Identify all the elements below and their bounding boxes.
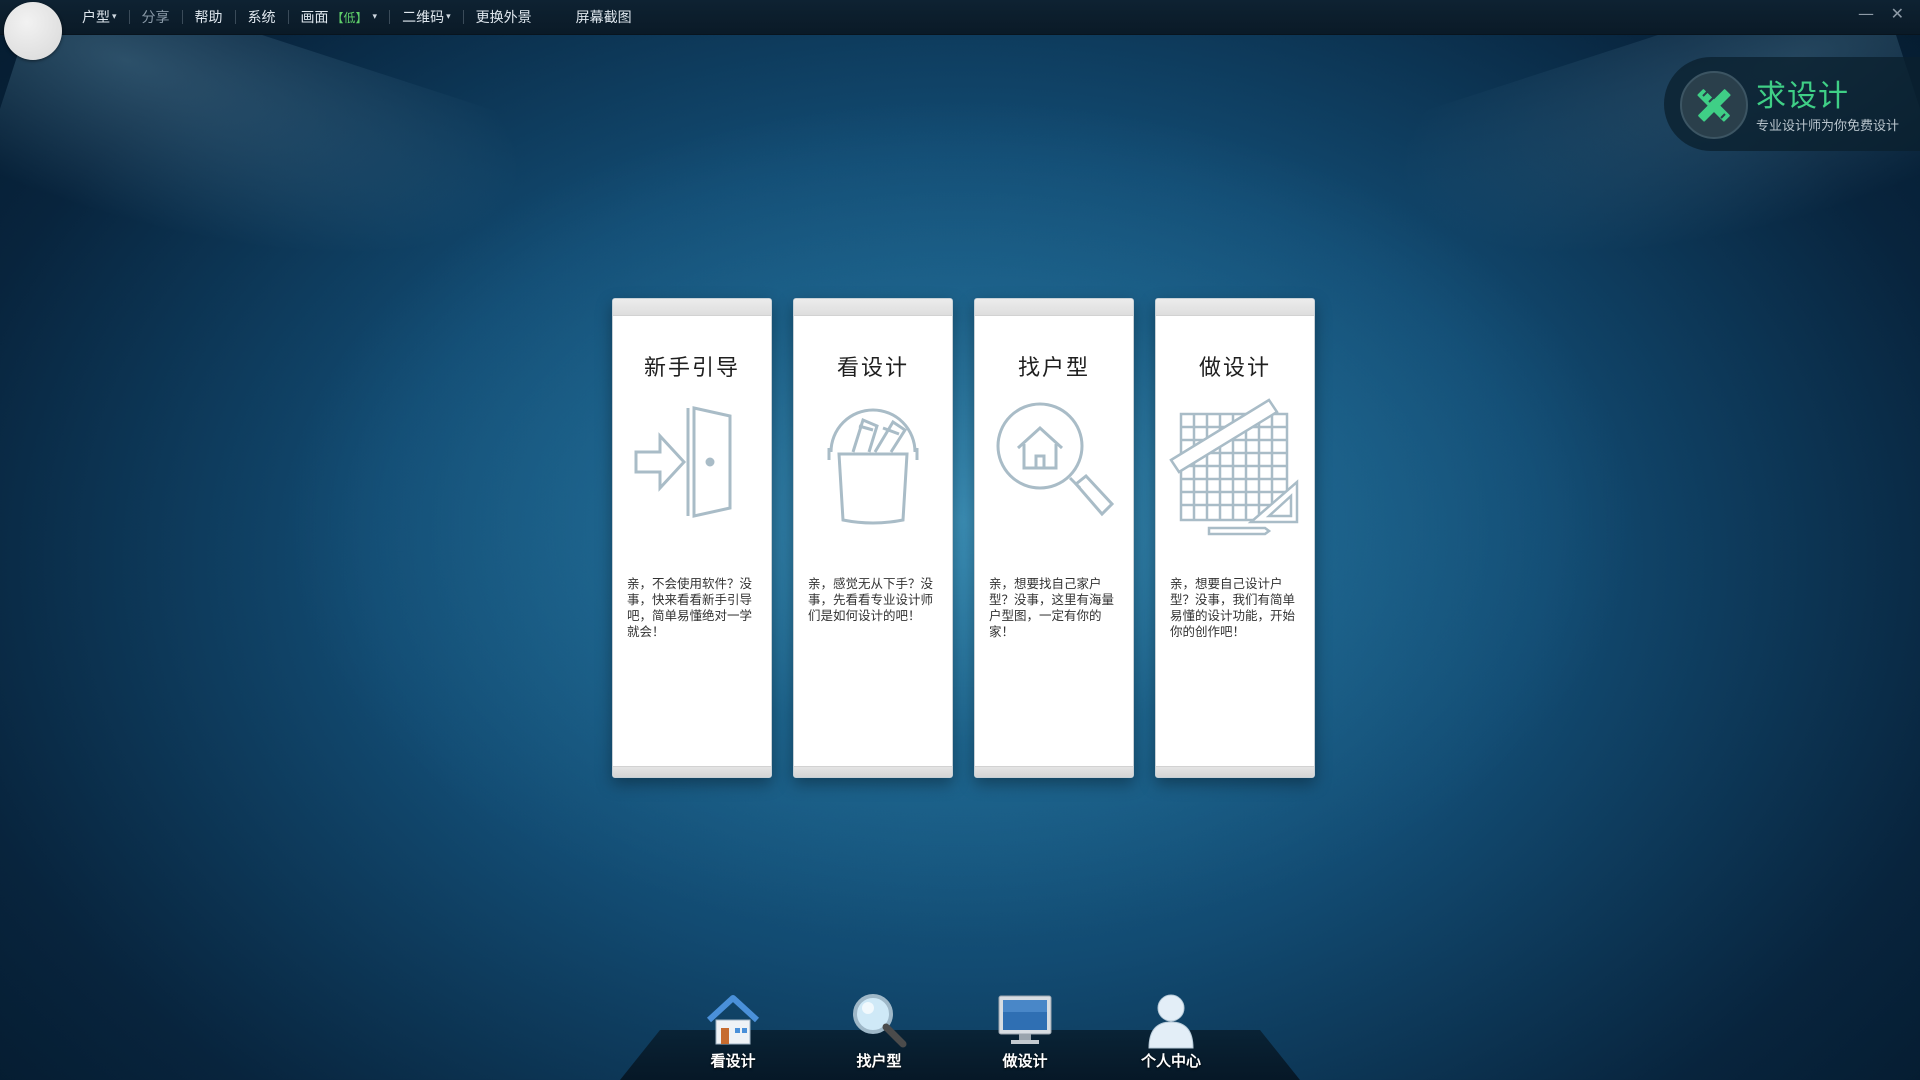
main-menu: 户型 ▾ 分享 帮助 系统 画面 【低】 ▾ 二维码 ▾ 更换外景 屏幕截图 bbox=[70, 0, 644, 34]
card-bottom-cap bbox=[613, 766, 771, 777]
card-description: 亲，感觉无从下手？没事，先看看专业设计师们是如何设计的吧！ bbox=[808, 576, 934, 623]
card-top-cap bbox=[794, 299, 952, 316]
request-design-title: 求设计 bbox=[1756, 79, 1849, 114]
card-title: 做设计 bbox=[1198, 356, 1271, 381]
feature-cards: 新手引导 亲，不会使用软件？没事，快来看看新手引导吧，简单易懂绝对一学就会！ 看… bbox=[612, 298, 1315, 778]
card-bottom-cap bbox=[794, 766, 952, 777]
card-bottom-cap bbox=[975, 766, 1133, 777]
quality-badge: 【低】 bbox=[331, 10, 368, 25]
paint-bucket-icon bbox=[827, 408, 919, 525]
card-description: 亲，想要找自己家户型？没事，这里有海量户型图，一定有你的家！ bbox=[989, 576, 1115, 639]
menu-system-label: 系统 bbox=[247, 10, 276, 26]
dock-label: 看设计 bbox=[710, 1052, 756, 1070]
menu-qrcode-label: 二维码 bbox=[402, 10, 445, 26]
avatar[interactable] bbox=[4, 2, 62, 60]
card-view-design[interactable]: 看设计 亲，感觉无从下手？没事，先看看专业设计师们是如何设计的吧！ bbox=[793, 298, 953, 778]
top-menu-bar: 户型 ▾ 分享 帮助 系统 画面 【低】 ▾ 二维码 ▾ 更换外景 屏幕截图 —… bbox=[0, 0, 1920, 35]
background-light-right bbox=[1378, 0, 1920, 335]
pencil-ruler-icon bbox=[1680, 71, 1748, 139]
house-search-icon bbox=[996, 402, 1115, 517]
menu-screenshot-label: 屏幕截图 bbox=[575, 10, 632, 26]
menu-display-label: 画面 bbox=[300, 10, 329, 26]
menu-change-scenery-label: 更换外景 bbox=[475, 10, 532, 26]
request-design-panel[interactable]: 求设计 专业设计师为你免费设计 bbox=[1664, 57, 1920, 151]
dock-label: 做设计 bbox=[1002, 1052, 1048, 1070]
menu-share[interactable]: 分享 bbox=[130, 7, 182, 27]
card-beginner-guide[interactable]: 新手引导 亲，不会使用软件？没事，快来看看新手引导吧，简单易懂绝对一学就会！ bbox=[612, 298, 772, 778]
card-title: 找户型 bbox=[1017, 356, 1090, 381]
caret-down-icon: ▾ bbox=[372, 12, 378, 22]
dock-find-floorplan[interactable]: 找户型 bbox=[834, 990, 924, 1071]
dock-view-design[interactable]: 看设计 bbox=[688, 990, 778, 1071]
monitor-icon bbox=[998, 995, 1052, 1044]
menu-huxing-label: 户型 bbox=[82, 10, 110, 26]
menu-huxing[interactable]: 户型 ▾ bbox=[70, 7, 129, 27]
caret-down-icon: ▾ bbox=[112, 12, 117, 22]
card-title: 看设计 bbox=[836, 356, 909, 381]
card-top-cap bbox=[975, 299, 1133, 316]
dock-label: 个人中心 bbox=[1140, 1052, 1201, 1070]
grid-ruler-icon bbox=[1169, 398, 1299, 536]
request-design-subtitle: 专业设计师为你免费设计 bbox=[1756, 119, 1900, 134]
card-bottom-cap bbox=[1156, 766, 1314, 777]
magnifier-icon bbox=[853, 994, 907, 1048]
minimize-button[interactable]: — bbox=[1858, 4, 1874, 23]
dock-label: 找户型 bbox=[856, 1052, 902, 1070]
menu-help[interactable]: 帮助 bbox=[183, 7, 235, 27]
card-find-floorplan[interactable]: 找户型 亲，想要找自己家户型？没事，这里有海量户型图，一定有你的家！ bbox=[974, 298, 1134, 778]
dock-do-design[interactable]: 做设计 bbox=[980, 990, 1070, 1071]
menu-help-label: 帮助 bbox=[194, 10, 223, 26]
user-icon bbox=[1148, 994, 1194, 1049]
menu-change-scenery[interactable]: 更换外景 bbox=[464, 7, 544, 27]
menu-screenshot[interactable]: 屏幕截图 bbox=[564, 7, 644, 27]
background-light-left bbox=[0, 0, 542, 335]
card-do-design[interactable]: 做设计 亲，想要自己设计户型？没事，我们有简单易懂的设计功能，开始你的创作吧！ bbox=[1155, 298, 1315, 778]
close-button[interactable]: ✕ bbox=[1891, 4, 1904, 23]
home-icon bbox=[706, 995, 760, 1045]
caret-down-icon: ▾ bbox=[446, 12, 451, 22]
menu-share-label: 分享 bbox=[141, 10, 170, 26]
dock-user-center[interactable]: 个人中心 bbox=[1126, 990, 1216, 1071]
menu-qrcode[interactable]: 二维码 ▾ bbox=[390, 7, 463, 27]
card-description: 亲，想要自己设计户型？没事，我们有简单易懂的设计功能，开始你的创作吧！ bbox=[1170, 576, 1296, 639]
card-top-cap bbox=[1156, 299, 1314, 316]
door-enter-icon bbox=[634, 406, 732, 518]
menu-system[interactable]: 系统 bbox=[236, 7, 288, 27]
menu-display-quality[interactable]: 画面 【低】 ▾ bbox=[289, 7, 390, 27]
card-top-cap bbox=[613, 299, 771, 316]
card-title: 新手引导 bbox=[643, 356, 740, 381]
card-description: 亲，不会使用软件？没事，快来看看新手引导吧，简单易懂绝对一学就会！ bbox=[627, 576, 753, 639]
